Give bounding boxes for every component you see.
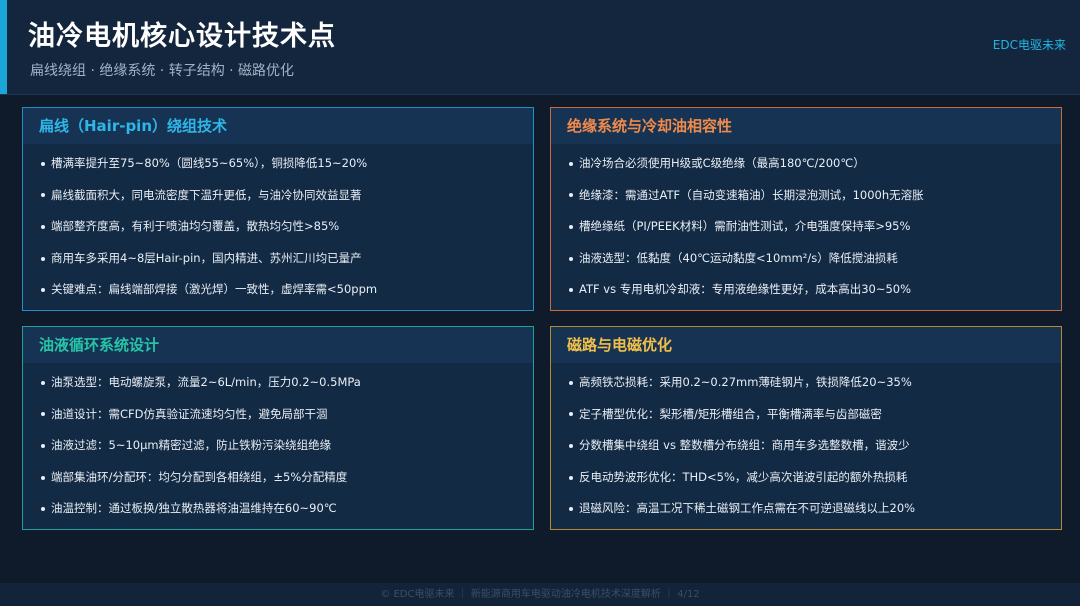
list-item: 端部集油环/分配环：均匀分配到各相绕组，±5%分配精度 [41,462,533,494]
list-item: 油冷场合必须使用H级或C级绝缘（最高180℃/200℃） [569,148,1061,180]
list-item: 退磁风险：高温工况下稀土磁钢工作点需在不可逆退磁线以上20% [569,493,1061,525]
list-item: 商用车多采用4~8层Hair-pin，国内精进、苏州汇川均已量产 [41,243,533,275]
page-title: 油冷电机核心设计技术点 [28,21,336,52]
list-item: 绝缘漆：需通过ATF（自动变速箱油）长期浸泡测试，1000h无溶胀 [569,180,1061,212]
bullet-icon [569,507,573,512]
card-title: 绝缘系统与冷却油相容性 [551,108,1061,144]
list-item: 油温控制：通过板换/独立散热器将油温维持在60~90℃ [41,493,533,525]
list-item: 油液过滤：5~10μm精密过滤，防止铁粉污染绕组绝缘 [41,430,533,462]
card-title: 磁路与电磁优化 [551,327,1061,363]
list-item: 分数槽集中绕组 vs 整数槽分布绕组：商用车多选整数槽，谐波少 [569,430,1061,462]
card-title: 油液循环系统设计 [23,327,533,363]
list-item: 槽满率提升至75~80%（圆线55~65%），铜损降低15~20% [41,148,533,180]
list-item: 定子槽型优化：梨形槽/矩形槽组合，平衡槽满率与齿部磁密 [569,399,1061,431]
card-hairpin-winding: 扁线（Hair-pin）绕组技术 槽满率提升至75~80%（圆线55~65%），… [22,107,534,311]
bullet-icon [41,507,45,512]
bullet-icon [569,224,573,229]
list-item: 油液选型：低黏度（40℃运动黏度<10mm²/s）降低搅油损耗 [569,243,1061,275]
header: 油冷电机核心设计技术点 扁线绕组 · 绝缘系统 · 转子结构 · 磁路优化 ED… [0,0,1080,95]
list-item: 油泵选型：电动螺旋泵，流量2~6L/min，压力0.2~0.5MPa [41,367,533,399]
list-item: 槽绝缘纸（PI/PEEK材料）需耐油性测试，介电强度保持率>95% [569,211,1061,243]
card-insulation-compatibility: 绝缘系统与冷却油相容性 油冷场合必须使用H级或C级绝缘（最高180℃/200℃）… [550,107,1062,311]
bullet-icon [569,380,573,385]
list-item: 关键难点：扁线端部焊接（激光焊）一致性，虚焊率需<50ppm [41,274,533,306]
bullet-icon [41,256,45,261]
bullet-icon [41,161,45,166]
bullet-icon [41,193,45,198]
bullet-icon [569,412,573,417]
page-subtitle: 扁线绕组 · 绝缘系统 · 转子结构 · 磁路优化 [30,63,295,79]
bullet-icon [41,475,45,480]
bullet-icon [41,288,45,293]
list-item: 端部整齐度高，有利于喷油均匀覆盖，散热均匀性>85% [41,211,533,243]
list-item: ATF vs 专用电机冷却液：专用液绝缘性更好，成本高出30~50% [569,274,1061,306]
list-item: 反电动势波形优化：THD<5%，减少高次谐波引起的额外热损耗 [569,462,1061,494]
bullet-icon [569,161,573,166]
bullet-list: 高频铁芯损耗：采用0.2~0.27mm薄硅钢片，铁损降低20~35% 定子槽型优… [551,363,1061,525]
card-oil-circulation: 油液循环系统设计 油泵选型：电动螺旋泵，流量2~6L/min，压力0.2~0.5… [22,326,534,530]
card-title: 扁线（Hair-pin）绕组技术 [23,108,533,144]
list-item: 高频铁芯损耗：采用0.2~0.27mm薄硅钢片，铁损降低20~35% [569,367,1061,399]
bullet-list: 槽满率提升至75~80%（圆线55~65%），铜损降低15~20% 扁线截面积大… [23,144,533,306]
bullet-list: 油冷场合必须使用H级或C级绝缘（最高180℃/200℃） 绝缘漆：需通过ATF（… [551,144,1061,306]
bullet-icon [569,288,573,293]
bullet-list: 油泵选型：电动螺旋泵，流量2~6L/min，压力0.2~0.5MPa 油道设计：… [23,363,533,525]
bullet-icon [41,380,45,385]
bullet-icon [569,443,573,448]
header-accent-bar [0,0,7,94]
card-magnetic-optimization: 磁路与电磁优化 高频铁芯损耗：采用0.2~0.27mm薄硅钢片，铁损降低20~3… [550,326,1062,530]
bullet-icon [569,256,573,261]
list-item: 扁线截面积大，同电流密度下温升更低，与油冷协同效益显著 [41,180,533,212]
bullet-icon [569,475,573,480]
footer: © EDC电驱未来 ｜ 新能源商用车电驱动油冷电机技术深度解析 ｜ 4/12 [0,583,1080,606]
bullet-icon [41,412,45,417]
brand-label: EDC电驱未来 [992,38,1066,52]
list-item: 油道设计：需CFD仿真验证流速均匀性，避免局部干涸 [41,399,533,431]
bullet-icon [569,193,573,198]
bullet-icon [41,224,45,229]
bullet-icon [41,443,45,448]
